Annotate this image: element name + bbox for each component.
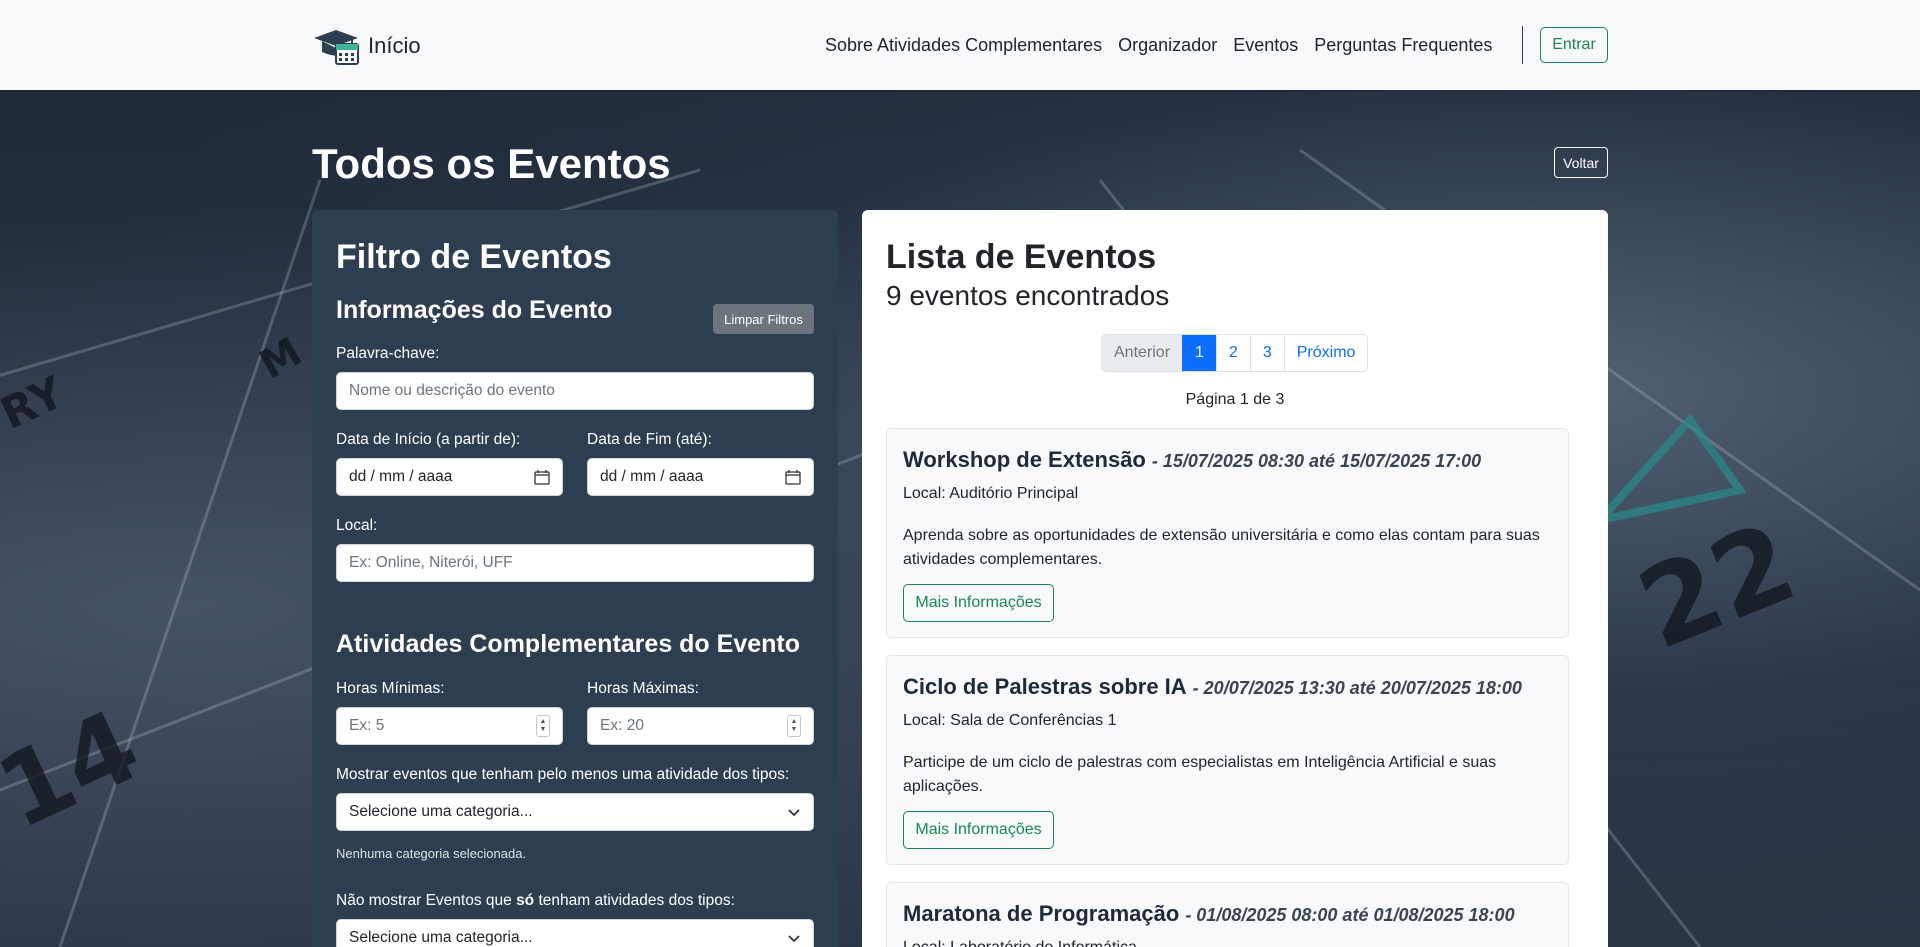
- min-hours-label: Horas Mínimas:: [336, 680, 445, 697]
- pagination-page-3[interactable]: 3: [1249, 335, 1284, 371]
- event-name: Maratona de Programação: [903, 901, 1180, 926]
- nav-link-organizador[interactable]: Organizador: [1118, 35, 1217, 56]
- svg-text:14: 14: [0, 687, 156, 852]
- svg-text:M: M: [252, 329, 309, 389]
- top-navbar: Início Sobre Atividades Complementares O…: [0, 0, 1920, 90]
- keyword-input[interactable]: Nome ou descrição do evento: [336, 372, 814, 410]
- svg-text:22: 22: [1622, 498, 1812, 674]
- include-category-value: Selecione uma categoria...: [349, 803, 533, 820]
- start-date-input[interactable]: dd / mm / aaaa: [336, 458, 563, 496]
- event-info-heading: Informações do Evento: [336, 296, 613, 324]
- event-header: Ciclo de Palestras sobre IA - 20/07/2025 …: [903, 674, 1522, 700]
- event-date: - 15/07/2025 08:30 até 15/07/2025 17:00: [1151, 451, 1482, 471]
- brand-label: Início: [368, 33, 421, 58]
- max-hours-placeholder: Ex: 20: [600, 717, 644, 734]
- pagination-page-1[interactable]: 1: [1182, 335, 1216, 371]
- filter-panel: Filtro de Eventos Informações do Evento …: [312, 210, 838, 947]
- exclude-category-value: Selecione uma categoria...: [349, 929, 533, 946]
- number-spinner-icon[interactable]: ▲ ▼: [536, 715, 550, 737]
- start-date-format: dd / mm / aaaa: [349, 468, 453, 485]
- events-list-panel: Lista de Eventos 9 eventos encontrados A…: [862, 210, 1608, 947]
- event-name: Workshop de Extensão: [903, 447, 1146, 472]
- include-types-label: Mostrar eventos que tenham pelo menos um…: [336, 766, 790, 783]
- event-date: - 20/07/2025 13:30 até 20/07/2025 18:00: [1192, 678, 1522, 698]
- pagination: Anterior 1 2 3 Próximo: [1101, 334, 1369, 372]
- exclude-types-label: Não mostrar Eventos que só tenham ativid…: [336, 892, 735, 909]
- event-local: Local: Auditório Principal: [903, 485, 1079, 502]
- max-hours-input[interactable]: Ex: 20 ▲ ▼: [587, 707, 814, 745]
- pagination-prev[interactable]: Anterior: [1102, 335, 1183, 371]
- start-date-label: Data de Início (a partir de):: [336, 431, 521, 448]
- event-local: Local: Laboratório de Informática: [903, 939, 1137, 947]
- more-info-button[interactable]: Mais Informações: [903, 811, 1054, 849]
- brand-home-link[interactable]: Início: [312, 26, 421, 66]
- graduation-calendar-logo-icon: [314, 30, 359, 65]
- local-label: Local:: [336, 517, 378, 534]
- more-info-button[interactable]: Mais Informações: [903, 584, 1054, 622]
- nav-link-eventos[interactable]: Eventos: [1233, 35, 1298, 56]
- exclude-category-select[interactable]: Selecione uma categoria...: [336, 919, 814, 947]
- min-hours-placeholder: Ex: 5: [349, 717, 385, 734]
- local-placeholder: Ex: Online, Niterói, UFF: [349, 554, 513, 571]
- back-button[interactable]: Voltar: [1554, 147, 1608, 178]
- event-card: Ciclo de Palestras sobre IA - 20/07/2025 …: [886, 655, 1569, 865]
- event-header: Workshop de Extensão - 15/07/2025 08:30 a…: [903, 447, 1481, 473]
- filter-title: Filtro de Eventos: [336, 238, 612, 276]
- chevron-down-icon: [788, 809, 800, 817]
- end-date-label: Data de Fim (até):: [587, 431, 712, 448]
- event-description: Aprenda sobre as oportunidades de extens…: [903, 527, 1540, 568]
- page-info: Página 1 de 3: [1185, 391, 1285, 408]
- keyword-label: Palavra-chave:: [336, 345, 440, 362]
- keyword-placeholder: Nome ou descrição do evento: [349, 382, 555, 399]
- no-category-note: Nenhuma categoria selecionada.: [336, 846, 527, 861]
- include-category-select[interactable]: Selecione uma categoria...: [336, 793, 814, 831]
- clear-filters-button[interactable]: Limpar Filtros: [713, 304, 814, 334]
- nav-divider: [1522, 26, 1523, 64]
- end-date-format: dd / mm / aaaa: [600, 468, 704, 485]
- calendar-icon[interactable]: [534, 469, 550, 485]
- event-date: - 01/08/2025 08:00 até 01/08/2025 18:00: [1185, 905, 1515, 925]
- local-input[interactable]: Ex: Online, Niterói, UFF: [336, 544, 814, 582]
- number-spinner-icon[interactable]: ▲ ▼: [787, 715, 801, 737]
- event-header: Maratona de Programação - 01/08/2025 08:0…: [903, 901, 1515, 927]
- chevron-down-icon: [788, 935, 800, 943]
- event-name: Ciclo de Palestras sobre IA: [903, 674, 1187, 699]
- event-card: Maratona de Programação - 01/08/2025 08:0…: [886, 882, 1569, 947]
- nav-link-sobre[interactable]: Sobre Atividades Complementares: [825, 35, 1102, 56]
- calendar-icon[interactable]: [785, 469, 801, 485]
- max-hours-label: Horas Máximas:: [587, 680, 699, 697]
- list-title: Lista de Eventos: [886, 238, 1157, 276]
- svg-text:RY: RY: [0, 366, 73, 439]
- event-description: Participe de um ciclo de palestras com e…: [903, 754, 1497, 795]
- login-button[interactable]: Entrar: [1540, 27, 1608, 63]
- event-card: Workshop de Extensão - 15/07/2025 08:30 a…: [886, 428, 1569, 638]
- events-count: 9 eventos encontrados: [886, 280, 1170, 311]
- min-hours-input[interactable]: Ex: 5 ▲ ▼: [336, 707, 563, 745]
- pagination-page-2[interactable]: 2: [1215, 335, 1250, 371]
- page-title: Todos os Eventos: [312, 140, 671, 187]
- nav-link-faq[interactable]: Perguntas Frequentes: [1314, 35, 1492, 56]
- activities-heading: Atividades Complementares do Evento: [336, 630, 801, 658]
- pagination-next[interactable]: Próximo: [1283, 335, 1368, 371]
- nav-links: Sobre Atividades Complementares Organiza…: [825, 35, 1508, 56]
- event-local: Local: Sala de Conferências 1: [903, 712, 1117, 729]
- end-date-input[interactable]: dd / mm / aaaa: [587, 458, 814, 496]
